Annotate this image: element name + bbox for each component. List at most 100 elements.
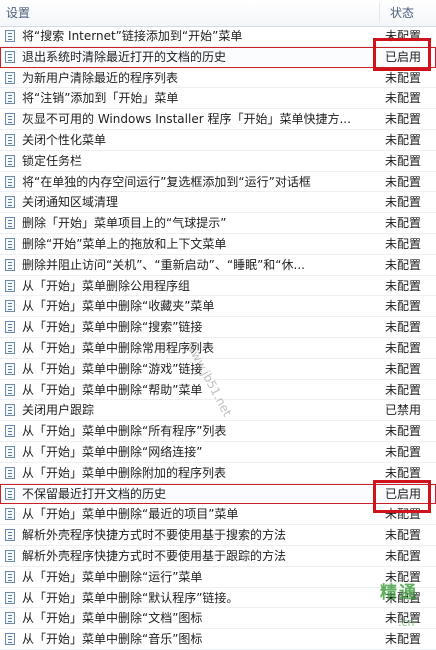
policy-state: 未配置 bbox=[385, 278, 422, 293]
policy-row[interactable]: 为新用户清除最近的程序列表 未配置 bbox=[0, 68, 436, 89]
policy-name: 灰显不可用的 Windows Installer 程序「开始」菜单快捷方... bbox=[22, 112, 351, 127]
policy-state: 未配置 bbox=[385, 236, 422, 251]
policy-name: 从「开始」菜单中删除“帮助”菜单 bbox=[22, 382, 203, 397]
policy-setting-icon bbox=[5, 529, 15, 542]
policy-state: 未配置 bbox=[385, 444, 422, 459]
policy-setting-icon bbox=[5, 508, 15, 521]
policy-state: 未配置 bbox=[385, 528, 422, 543]
policy-name: 关闭个性化菜单 bbox=[22, 132, 107, 147]
policy-row[interactable]: 从「开始」菜单中删除“运行”菜单 未配置 bbox=[0, 567, 436, 588]
policy-setting-icon bbox=[5, 570, 15, 583]
policy-setting-icon bbox=[5, 196, 15, 209]
policy-row[interactable]: 从「开始」菜单中删除“最近的项目”菜单 未配置 bbox=[0, 504, 436, 526]
policy-state: 未配置 bbox=[385, 29, 422, 43]
policy-state: 未配置 bbox=[385, 195, 422, 210]
policy-setting-icon bbox=[5, 341, 15, 354]
column-divider[interactable] bbox=[379, 3, 380, 23]
policy-state: 未配置 bbox=[385, 216, 422, 231]
policy-state: 未配置 bbox=[385, 174, 422, 189]
column-header-state[interactable]: 状态 bbox=[390, 0, 414, 26]
policy-row[interactable]: 从「开始」菜单中删除“默认程序”链接。 未配置 bbox=[0, 588, 436, 609]
policy-name: 将“注销”添加到「开始」菜单 bbox=[22, 91, 179, 106]
policy-row[interactable]: 关闭个性化菜单 未配置 bbox=[0, 130, 436, 151]
policy-setting-icon bbox=[5, 71, 15, 84]
policy-name: 将“搜索 Internet”链接添加到“开始”菜单 bbox=[22, 29, 243, 43]
watermark-brand-sub: .cn bbox=[398, 616, 415, 629]
policy-row[interactable]: 从「开始」菜单中删除“所有程序”列表 未配置 bbox=[0, 421, 436, 442]
policy-setting-icon bbox=[5, 487, 15, 500]
policy-row[interactable]: 将“在单独的内存空间运行”复选框添加到“运行”对话框 未配置 bbox=[0, 172, 436, 193]
policy-row[interactable]: 将“注销”添加到「开始」菜单 未配置 bbox=[0, 88, 436, 110]
policy-name: 为新用户清除最近的程序列表 bbox=[22, 70, 179, 85]
policy-row[interactable]: 从「开始」菜单中删除“音乐”图标 未配置 bbox=[0, 629, 436, 650]
policy-name: 关闭用户跟踪 bbox=[22, 403, 95, 418]
policy-row[interactable]: 从「开始」菜单中删除“收藏夹”菜单 未配置 bbox=[0, 296, 436, 318]
policy-name: 从「开始」菜单中删除“最近的项目”菜单 bbox=[22, 507, 239, 522]
policy-row[interactable]: 删除「开始」菜单项目上的“气球提示” 未配置 bbox=[0, 213, 436, 234]
watermark-brand: 精通 bbox=[380, 583, 418, 603]
policy-setting-icon bbox=[5, 175, 15, 188]
policy-state: 已禁用 bbox=[385, 403, 422, 418]
policy-row[interactable]: 关闭通知区域清理 未配置 bbox=[0, 192, 436, 214]
policy-row[interactable]: 将“搜索 Internet”链接添加到“开始”菜单 未配置 bbox=[0, 26, 436, 47]
policy-row[interactable]: 从「开始」菜单中删除“搜索”链接 未配置 bbox=[0, 317, 436, 338]
policy-name: 关闭通知区域清理 bbox=[22, 195, 119, 210]
policy-setting-icon bbox=[5, 92, 15, 105]
policy-setting-icon bbox=[5, 383, 15, 396]
policy-state: 未配置 bbox=[385, 382, 422, 397]
policy-setting-icon bbox=[5, 113, 15, 126]
policy-setting-icon bbox=[5, 30, 15, 42]
policy-state: 未配置 bbox=[385, 465, 422, 480]
policy-setting-icon bbox=[5, 321, 15, 334]
policy-name: 退出系统时清除最近打开的文档的历史 bbox=[22, 49, 227, 64]
policy-state: 未配置 bbox=[385, 132, 422, 147]
policy-row[interactable]: 灰显不可用的 Windows Installer 程序「开始」菜单快捷方... 未… bbox=[0, 109, 436, 130]
policy-state: 未配置 bbox=[385, 632, 422, 647]
policy-name: 解析外壳程序快捷方式时不要使用基于跟踪的方法 bbox=[22, 548, 287, 563]
policy-setting-icon bbox=[5, 425, 15, 438]
policy-state: 未配置 bbox=[385, 153, 422, 168]
policy-setting-icon bbox=[5, 362, 15, 375]
policy-setting-icon bbox=[5, 466, 15, 479]
policy-row[interactable]: 从「开始」菜单中删除“文档”图标 未配置 bbox=[0, 608, 436, 630]
policy-name: 锁定任务栏 bbox=[22, 153, 83, 168]
policy-state: 未配置 bbox=[385, 424, 422, 439]
policy-row[interactable]: 从「开始」菜单删除公用程序组 未配置 bbox=[0, 276, 436, 297]
policy-row[interactable]: 删除并阻止访问“关机”、“重新启动”、“睡眠”和“休... 未配置 bbox=[0, 255, 436, 276]
policy-setting-icon bbox=[5, 404, 15, 417]
policy-row[interactable]: 退出系统时清除最近打开的文档的历史 已启用 bbox=[0, 46, 436, 68]
policy-row[interactable]: 从「开始」菜单中删除常用程序列表 未配置 bbox=[0, 338, 436, 359]
policy-row[interactable]: 从「开始」菜单中删除“网络连接” 未配置 bbox=[0, 442, 436, 463]
policy-row[interactable]: 解析外壳程序快捷方式时不要使用基于搜索的方法 未配置 bbox=[0, 525, 436, 546]
policy-state: 未配置 bbox=[385, 340, 422, 355]
policy-setting-icon bbox=[5, 133, 15, 146]
column-header-setting[interactable]: 设置 bbox=[6, 0, 30, 26]
policy-name: 从「开始」菜单中删除“搜索”链接 bbox=[22, 320, 203, 335]
policy-name: 解析外壳程序快捷方式时不要使用基于搜索的方法 bbox=[22, 528, 287, 543]
policy-setting-icon bbox=[5, 300, 15, 313]
policy-name: 从「开始」菜单中删除“收藏夹”菜单 bbox=[22, 299, 215, 314]
policy-name: 删除并阻止访问“关机”、“重新启动”、“睡眠”和“休... bbox=[22, 257, 305, 272]
policy-setting-icon bbox=[5, 50, 15, 63]
policy-name: 删除「开始」菜单项目上的“气球提示” bbox=[22, 216, 227, 231]
policy-row[interactable]: 从「开始」菜单中删除“游戏”链接 未配置 bbox=[0, 359, 436, 380]
policy-row[interactable]: 解析外壳程序快捷方式时不要使用基于跟踪的方法 未配置 bbox=[0, 546, 436, 567]
policy-row[interactable]: 锁定任务栏 未配置 bbox=[0, 151, 436, 172]
policy-name: 从「开始」菜单删除公用程序组 bbox=[22, 278, 191, 293]
policy-row[interactable]: 从「开始」菜单中删除附加的程序列表 未配置 bbox=[0, 463, 436, 484]
policy-name: 从「开始」菜单中删除“运行”菜单 bbox=[22, 569, 203, 584]
policy-name: 从「开始」菜单中删除“文档”图标 bbox=[22, 611, 203, 626]
policy-name: 从「开始」菜单中删除“网络连接” bbox=[22, 444, 203, 459]
policy-setting-icon bbox=[5, 279, 15, 292]
policy-row[interactable]: 删除“开始”菜单上的拖放和上下文菜单 未配置 bbox=[0, 234, 436, 255]
policy-name: 不保留最近打开文档的历史 bbox=[22, 486, 167, 501]
policy-state: 已启用 bbox=[385, 49, 422, 64]
policy-setting-icon bbox=[5, 445, 15, 458]
policy-state: 未配置 bbox=[385, 70, 422, 85]
policy-state: 未配置 bbox=[385, 299, 422, 314]
policy-state: 未配置 bbox=[385, 361, 422, 376]
policy-state: 已启用 bbox=[385, 486, 422, 501]
policy-setting-icon bbox=[5, 154, 15, 167]
policy-name: 从「开始」菜单中删除附加的程序列表 bbox=[22, 465, 227, 480]
policy-row[interactable]: 不保留最近打开文档的历史 已启用 bbox=[0, 483, 436, 505]
